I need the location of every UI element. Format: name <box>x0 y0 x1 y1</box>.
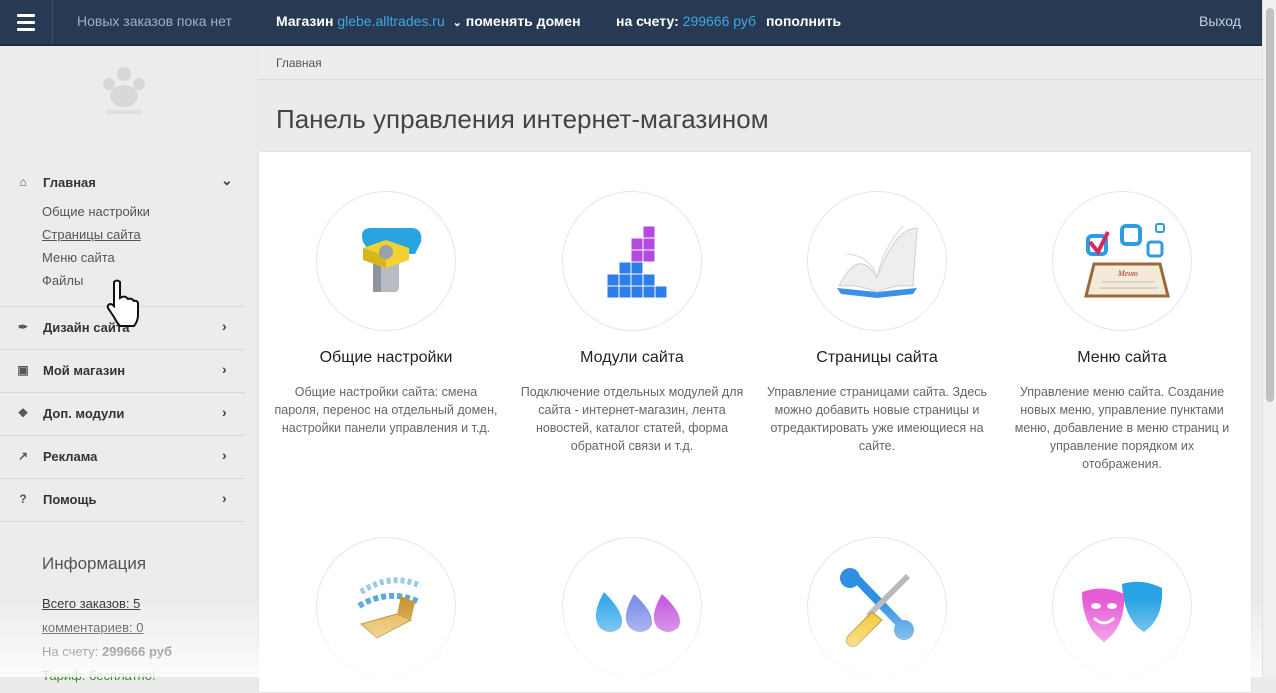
breadcrumb: Главная <box>258 46 1262 80</box>
card-icon-circle[interactable] <box>562 191 702 331</box>
menu-icon-caption: Меню <box>1117 269 1138 278</box>
card-site-pages[interactable]: Страницы сайта Управление страницами сай… <box>757 191 997 455</box>
subitem-general-settings[interactable]: Общие настройки <box>42 204 150 219</box>
card-icon-circle[interactable] <box>807 537 947 677</box>
tools-icon <box>840 568 914 647</box>
orders-status: Новых заказов пока нет <box>77 13 232 29</box>
card-description: Общие настройки сайта: смена пароля, пер… <box>274 385 498 435</box>
balance-label: на счету: <box>616 13 679 29</box>
home-icon: ⌂ <box>19 175 27 189</box>
sidebar-item-label: Помощь <box>43 492 97 507</box>
paw-logo-icon[interactable] <box>94 60 154 120</box>
balance: на счету: 299666 руб пополнить <box>616 13 841 29</box>
card-title[interactable]: Общие настройки <box>266 349 506 367</box>
card-icon-circle[interactable]: Меню <box>1052 191 1192 331</box>
info-balance-value: 299666 руб <box>102 644 173 659</box>
sidebar-item-label: Реклама <box>43 449 98 464</box>
card-row2-1[interactable] <box>266 537 506 677</box>
subitem-files[interactable]: Файлы <box>42 273 83 288</box>
logout-link[interactable]: Выход <box>1199 13 1241 29</box>
card-description: Управление страницами сайта. Здесь можно… <box>766 385 988 453</box>
card-icon-circle[interactable] <box>807 191 947 331</box>
card-description: Управление меню сайта. Создание новых ме… <box>1014 385 1230 471</box>
breadcrumb-home[interactable]: Главная <box>276 56 322 70</box>
shop-label: Магазин <box>276 13 334 29</box>
dashboard-panel: Общие настройки Общие настройки сайта: с… <box>258 151 1252 693</box>
card-icon-circle[interactable] <box>562 537 702 677</box>
card-row2-4[interactable] <box>1002 537 1242 677</box>
chevron-right-icon: › <box>222 404 227 420</box>
card-row2-3[interactable] <box>757 537 997 677</box>
shop-selector: Магазин glebe.alltrades.ru ⌄ поменять до… <box>276 13 581 29</box>
card-row2-2[interactable] <box>512 537 752 677</box>
sidebar-item-shop[interactable]: ▣ Мой магазин › <box>0 350 245 393</box>
sidebar-item-label: Доп. модули <box>43 406 125 421</box>
card-icon-circle[interactable] <box>316 537 456 677</box>
subitem-site-pages[interactable]: Страницы сайта <box>42 227 141 242</box>
info-balance-label: На счету: <box>42 644 99 659</box>
info-block: Информация Всего заказов: 5 комментариев… <box>42 554 252 688</box>
subitem-site-menu[interactable]: Меню сайта <box>42 250 115 265</box>
menu-checkbox-icon: Меню <box>1084 223 1170 298</box>
chevron-down-icon[interactable]: ⌄ <box>453 17 462 29</box>
page-scrollbar[interactable] <box>1262 0 1276 677</box>
info-title: Информация <box>42 554 147 573</box>
sidebar-nav: ⌂ Главная ⌄ Общие настройки Страницы сай… <box>0 166 245 522</box>
chevron-right-icon: › <box>222 447 227 463</box>
chevron-right-icon: › <box>222 318 227 334</box>
shop-domain-link[interactable]: glebe.alltrades.ru <box>337 13 444 29</box>
card-site-menu[interactable]: Меню Меню сайта Управление меню сайта. С… <box>1002 191 1242 473</box>
card-general-settings[interactable]: Общие настройки Общие настройки сайта: с… <box>266 191 506 437</box>
card-description: Подключение отдельных модулей для сайта … <box>520 385 744 453</box>
card-site-modules[interactable]: Модули сайта Подключение отдельных модул… <box>512 191 752 455</box>
scrollbar-thumb[interactable] <box>1266 8 1274 402</box>
card-icon-circle[interactable] <box>316 191 456 331</box>
masks-icon <box>1082 581 1163 642</box>
card-title[interactable]: Меню сайта <box>1002 349 1242 367</box>
sidebar-item-label: Главная <box>43 175 96 190</box>
brush-icon: ✒ <box>17 320 29 334</box>
card-title[interactable]: Модули сайта <box>512 349 752 367</box>
sidebar-item-modules[interactable]: ❖ Доп. модули › <box>0 393 245 436</box>
change-domain-link[interactable]: поменять домен <box>466 13 581 29</box>
card-icon-circle[interactable] <box>1052 537 1192 677</box>
sidebar-item-ads[interactable]: ↗ Реклама › <box>0 436 245 479</box>
topbar-divider <box>52 0 53 44</box>
hamburger-menu-icon[interactable] <box>0 0 52 44</box>
hand-cursor-icon <box>106 279 139 327</box>
cart-icon: ▣ <box>17 363 29 377</box>
comments-link[interactable]: комментариев: 0 <box>42 620 143 635</box>
tariff-text: Тариф: бесплатно! <box>42 668 156 683</box>
sidebar: ⌂ Главная ⌄ Общие настройки Страницы сай… <box>0 46 256 683</box>
card-title[interactable]: Страницы сайта <box>757 349 997 367</box>
page-title: Панель управления интернет-магазином <box>276 104 769 134</box>
sidebar-item-label: Мой магазин <box>43 363 126 378</box>
sidebar-item-help[interactable]: ? Помощь › <box>0 479 245 522</box>
chart-icon: ↗ <box>17 449 29 463</box>
chevron-right-icon: › <box>222 361 227 377</box>
binary-box-icon <box>357 577 423 639</box>
topup-link[interactable]: пополнить <box>766 13 841 29</box>
blocks-icon <box>606 225 668 299</box>
drops-icon <box>595 592 680 632</box>
balance-amount[interactable]: 299666 руб <box>683 13 756 29</box>
cubes-icon: ❖ <box>17 406 29 420</box>
top-bar: Новых заказов пока нет Магазин glebe.all… <box>0 0 1262 46</box>
orders-total-link[interactable]: Всего заказов: 5 <box>42 596 140 611</box>
chevron-right-icon: › <box>222 490 227 506</box>
open-book-icon <box>837 225 918 298</box>
help-icon: ? <box>19 492 27 506</box>
chevron-down-icon[interactable]: ⌄ <box>221 172 233 189</box>
wrench-bolt-icon <box>362 228 422 292</box>
